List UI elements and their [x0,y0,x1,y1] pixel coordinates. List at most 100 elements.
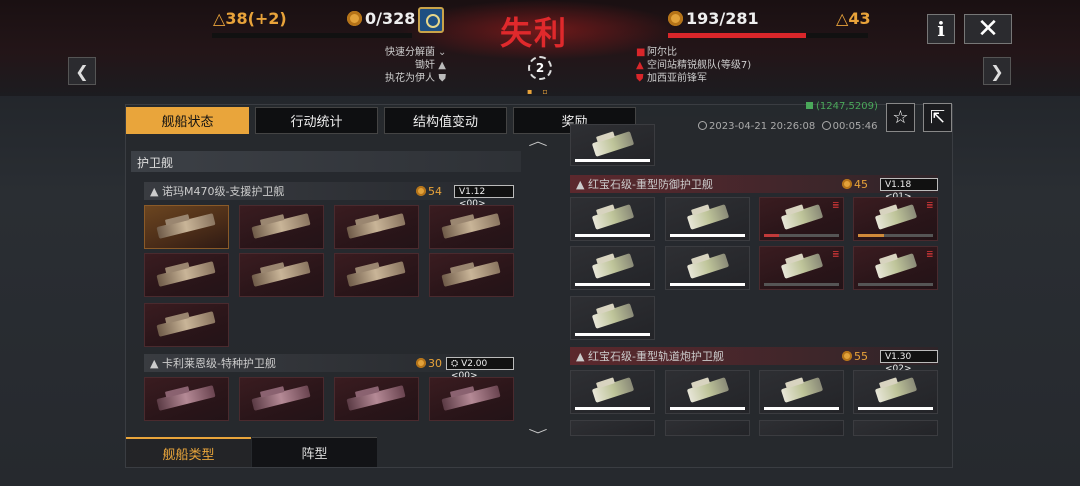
ship-image [156,311,216,337]
shield-icon: ⛊ [438,73,447,84]
ship-card[interactable] [429,205,514,249]
info-button[interactable]: i [927,14,955,44]
ship-hp-bar [858,234,933,237]
ship-card[interactable] [570,370,655,414]
ship-card[interactable] [570,124,655,166]
chevron-down-icon: ⌄ [438,47,447,58]
star-icon: ☆ [892,107,909,128]
ship-hp-bar [670,283,745,286]
ship-card[interactable] [239,377,324,421]
next-button[interactable]: ❯ [983,57,1011,85]
ship-card[interactable] [144,205,229,249]
ship-image [874,204,918,230]
ship-hp-fill [858,407,933,410]
ship-card[interactable] [665,420,750,436]
ship-image [686,377,730,403]
class-header[interactable]: ▲ 卡利莱恩级-特种护卫舰 30 ⛭ V2.00 <00> [144,354,514,381]
scroll-up-icon[interactable]: ︿ [528,132,547,149]
favorite-button[interactable]: ☆ [886,103,915,132]
ship-card[interactable] [570,246,655,290]
ship-image [346,261,406,287]
left-team-line: 锄奸 [415,60,435,71]
ship-card[interactable]: ≣ [853,197,938,241]
ship-card[interactable] [239,205,324,249]
ship-image [156,261,216,287]
class-version: V1.12 <00> [454,184,514,209]
ship-image [251,385,311,411]
ship-card[interactable] [853,370,938,414]
share-button[interactable]: ⇱ [923,103,952,132]
tab-structure-change[interactable]: 结构值变动 [384,107,507,134]
ship-image [346,385,406,411]
left-resource: 0/328 [347,9,415,28]
class-cost: 55 [842,350,868,363]
ship-card[interactable] [759,370,844,414]
class-header[interactable]: ▲ 红宝石级-重型轨道炮护卫舰 55 V1.30 <02> [570,347,938,374]
coin-icon [347,11,362,26]
ship-card[interactable] [759,420,844,436]
battle-meta: 2023-04-21 20:26:08 00:05:46 [698,121,878,132]
tab-action-stats[interactable]: 行动统计 [255,107,378,134]
shield-icon: ⛊ [636,73,644,84]
ship-card[interactable] [853,420,938,436]
tab-ship-type[interactable]: 舰船类型 [126,437,251,467]
ship-card[interactable] [665,246,750,290]
right-team-line: 加西亚前锋军 [647,73,707,84]
ship-hp-bar [764,234,839,237]
ship-hp-bar [764,283,839,286]
round-indicator: 2 [528,56,552,80]
ship-card[interactable] [334,205,419,249]
ship-image [780,253,824,279]
previous-button[interactable]: ❮ [68,57,96,85]
class-version: V1.18 <01> [880,177,938,202]
ship-card[interactable]: ≣ [759,246,844,290]
right-team-line: 阿尔比 [647,47,677,58]
right-progress-bar [668,33,868,38]
ship-image [346,213,406,239]
ship-card[interactable] [429,253,514,297]
ship-hp-fill [764,407,839,410]
class-cost: 45 [842,178,868,191]
ship-card[interactable] [570,197,655,241]
scroll-down-icon[interactable]: ﹀ [528,426,547,443]
class-version: V1.30 <02> [880,349,938,374]
coin-icon [842,178,852,189]
ship-card[interactable] [144,253,229,297]
coin-icon [416,357,426,368]
page-dots: ▪▫ [527,87,558,96]
tab-formation[interactable]: 阵型 [252,437,377,467]
right-resource: 193/281 [668,9,759,28]
ship-card[interactable] [334,377,419,421]
faction-emblem-icon [418,7,444,33]
ship-image [591,204,635,230]
class-header[interactable]: ▲ 红宝石级-重型防御护卫舰 45 V1.18 <01> [570,175,938,202]
ship-card[interactable]: ≣ [853,246,938,290]
ship-card[interactable] [334,253,419,297]
tab-ship-status[interactable]: 舰船状态 [126,107,249,134]
close-button[interactable]: ✕ [964,14,1012,44]
ship-card[interactable] [144,303,229,347]
ship-card[interactable] [665,197,750,241]
class-header[interactable]: ▲ 诺玛M470级-支援护卫舰 54 V1.12 <00> [144,182,514,209]
coin-icon [842,350,852,361]
class-name: ▲ 诺玛M470级-支援护卫舰 [150,185,285,198]
ship-hp-fill [575,407,650,410]
ship-card[interactable]: ≣ [759,197,844,241]
ship-card[interactable] [570,420,655,436]
ship-image [591,303,635,329]
class-version: ⛭ V2.00 <00> [446,356,514,381]
ship-card[interactable] [144,377,229,421]
ship-card[interactable] [570,296,655,340]
coin-icon [416,185,426,196]
damage-icon: ≣ [832,250,840,260]
ship-hp-bar [670,234,745,237]
ship-card[interactable] [665,370,750,414]
class-name: ▲ 红宝石级-重型防御护卫舰 [576,178,713,191]
ship-card[interactable] [429,377,514,421]
chevron-up-icon: ▲ [636,60,644,71]
class-cost: 54 [416,185,442,198]
ship-hp-fill [670,234,745,237]
ship-card[interactable] [239,253,324,297]
ship-hp-fill [858,234,885,237]
left-team-line: 快速分解菌 [385,47,435,58]
